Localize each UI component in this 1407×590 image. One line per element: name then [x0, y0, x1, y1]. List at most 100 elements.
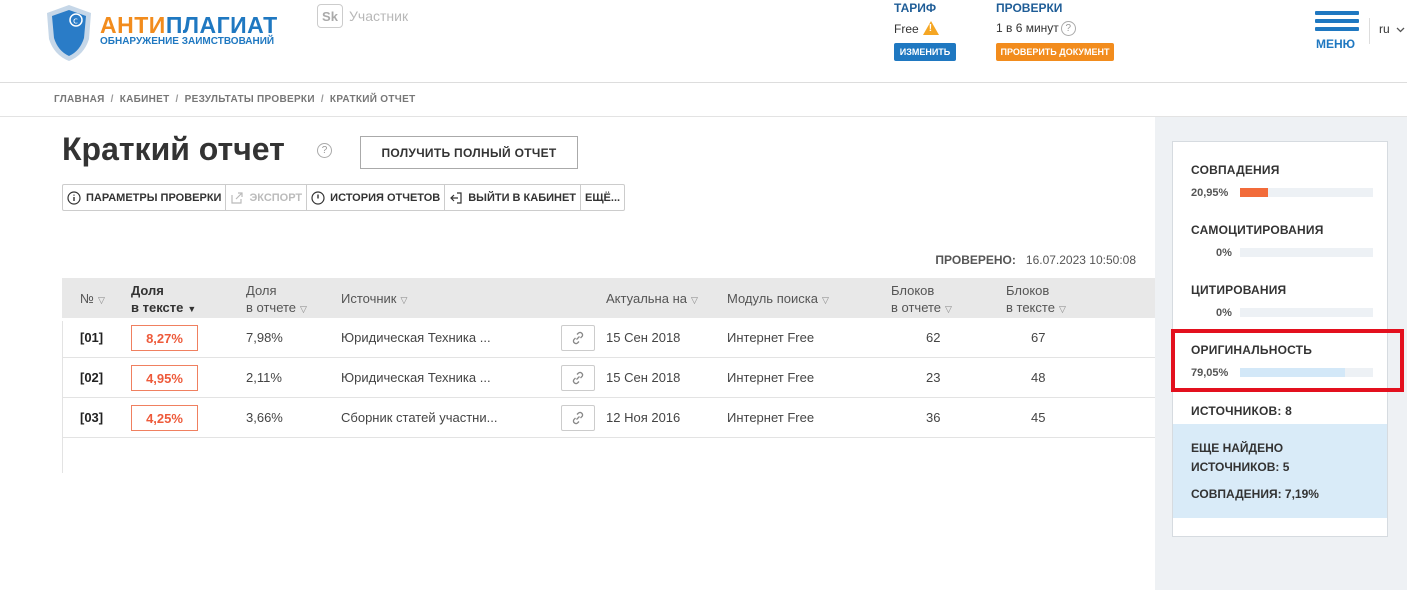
- found-matches-value: 7,19%: [1284, 487, 1319, 501]
- menu-label[interactable]: МЕНЮ: [1316, 37, 1355, 51]
- found-sources-value: 5: [1282, 460, 1290, 474]
- logo-shield-icon[interactable]: c: [44, 3, 94, 68]
- found-sources: ИСТОЧНИКОВ: 5: [1191, 460, 1289, 474]
- matches-label: СОВПАДЕНИЯ: [1191, 163, 1280, 177]
- row-share-text[interactable]: 4,95%: [131, 365, 198, 391]
- sort-icon: ▽: [400, 295, 408, 305]
- col-actual[interactable]: Актуальна на ▽: [606, 290, 698, 309]
- row-actual: 12 Ноя 2016: [606, 410, 681, 425]
- row-num: [02]: [80, 370, 104, 385]
- row-share-text[interactable]: 4,25%: [131, 405, 198, 431]
- export-button[interactable]: ЭКСПОРТ: [226, 185, 308, 210]
- full-report-button[interactable]: ПОЛУЧИТЬ ПОЛНЫЙ ОТЧЕТ: [360, 136, 578, 169]
- skolkovo-label: Участник: [349, 8, 409, 24]
- row-module: Интернет Free: [727, 370, 815, 385]
- logo-subtitle: ОБНАРУЖЕНИЕ ЗАИМСТВОВАНИЙ: [100, 36, 275, 47]
- breadcrumb-results[interactable]: РЕЗУЛЬТАТЫ ПРОВЕРКИ: [185, 94, 315, 105]
- warning-icon[interactable]: [922, 21, 939, 35]
- col-share-report[interactable]: Доля в отчете ▽: [246, 282, 307, 318]
- col-blocks-report[interactable]: Блоков в отчете ▽: [891, 282, 952, 318]
- breadcrumb-cabinet[interactable]: КАБИНЕТ: [120, 94, 170, 105]
- row-blocks-text: 67: [1031, 330, 1046, 345]
- matches-bar: [1240, 188, 1373, 197]
- col-blocks-report-line1: Блоков: [891, 283, 935, 298]
- header-divider: [1369, 18, 1370, 44]
- check-document-button[interactable]: ПРОВЕРИТЬ ДОКУМЕНТ: [996, 43, 1114, 61]
- col-module[interactable]: Модуль поиска ▽: [727, 290, 829, 309]
- row-blocks-report: 36: [926, 410, 941, 425]
- chevron-down-icon: [1396, 27, 1405, 33]
- col-blocks-text-line2: в тексте: [1006, 300, 1055, 315]
- row-share-report: 7,98%: [246, 330, 283, 345]
- sort-active-icon: ▼: [187, 304, 197, 314]
- found-label-line2: ИСТОЧНИКОВ:: [1191, 460, 1280, 474]
- history-label: ИСТОРИЯ ОТЧЕТОВ: [330, 191, 441, 204]
- logo-title[interactable]: АНТИПЛАГИАТ: [100, 12, 278, 39]
- col-share-report-line1: Доля: [246, 283, 277, 298]
- row-num: [01]: [80, 330, 104, 345]
- link-icon[interactable]: [561, 365, 595, 391]
- checked-date: 16.07.2023 10:50:08: [1025, 253, 1136, 267]
- report-toolbar: ПАРАМЕТРЫ ПРОВЕРКИ ЭКСПОРТ ИСТОРИЯ ОТЧЕТ…: [62, 184, 626, 211]
- link-icon[interactable]: [561, 325, 595, 351]
- exit-label: ВЫЙТИ В КАБИНЕТ: [468, 191, 577, 204]
- checked-label: ПРОВЕРЕНО:: [935, 253, 1016, 267]
- sources-count: ИСТОЧНИКОВ: 8: [1191, 404, 1292, 418]
- row-share-text[interactable]: 8,27%: [131, 325, 198, 351]
- table-row[interactable]: [01] 8,27% 7,98% Юридическая Техника ...…: [62, 318, 1155, 358]
- change-tariff-button[interactable]: ИЗМЕНИТЬ: [894, 43, 956, 61]
- col-num[interactable]: № ▽: [80, 290, 105, 309]
- breadcrumb-home[interactable]: ГЛАВНАЯ: [54, 94, 105, 105]
- row-actual: 15 Сен 2018: [606, 330, 681, 345]
- language-select[interactable]: ru: [1379, 22, 1405, 36]
- params-button[interactable]: ПАРАМЕТРЫ ПРОВЕРКИ: [63, 185, 227, 210]
- sort-icon: ▽: [945, 304, 952, 314]
- params-label: ПАРАМЕТРЫ ПРОВЕРКИ: [86, 191, 222, 204]
- col-actual-label: Актуальна на: [606, 291, 687, 306]
- row-share-report: 2,11%: [246, 370, 282, 385]
- checked-info: ПРОВЕРЕНО: 16.07.2023 10:50:08: [0, 253, 1136, 267]
- row-share-report: 3,66%: [246, 410, 283, 425]
- selfcite-bar: [1240, 248, 1373, 257]
- selfcite-value: 0%: [1216, 247, 1232, 259]
- history-button[interactable]: ИСТОРИЯ ОТЧЕТОВ: [307, 185, 446, 210]
- table-row[interactable]: [02] 4,95% 2,11% Юридическая Техника ...…: [62, 358, 1155, 398]
- svg-text:c: c: [73, 17, 78, 27]
- menu-icon[interactable]: [1315, 11, 1359, 35]
- title-help-icon[interactable]: ?: [317, 143, 332, 158]
- export-icon: [231, 191, 244, 204]
- checks-value: 1 в 6 минут?: [996, 21, 1076, 36]
- row-source[interactable]: Юридическая Техника ...: [341, 370, 491, 385]
- row-blocks-report: 62: [926, 330, 941, 345]
- logo-title-anti: АНТИ: [100, 12, 166, 38]
- row-source[interactable]: Сборник статей участни...: [341, 410, 497, 425]
- sort-icon: ▽: [300, 304, 307, 314]
- tariff-value: Free: [894, 21, 939, 36]
- skolkovo-icon: Sk: [317, 4, 343, 28]
- col-source[interactable]: Источник ▽: [341, 290, 407, 309]
- page-title: Краткий отчет: [62, 131, 285, 167]
- col-source-label: Источник: [341, 291, 397, 306]
- header: c АНТИПЛАГИАТ ОБНАРУЖЕНИЕ ЗАИМСТВОВАНИЙ …: [0, 0, 1407, 83]
- col-blocks-text-line1: Блоков: [1006, 283, 1050, 298]
- col-share-text[interactable]: Доля в тексте ▼: [131, 282, 196, 318]
- table-row[interactable]: [03] 4,25% 3,66% Сборник статей участни.…: [62, 398, 1155, 438]
- tariff-label: ТАРИФ: [894, 1, 937, 15]
- found-more-box[interactable]: ЕЩЕ НАЙДЕНО ИСТОЧНИКОВ: 5 СОВПАДЕНИЯ: 7,…: [1173, 424, 1387, 518]
- tariff-value-text: Free: [894, 22, 919, 36]
- row-module: Интернет Free: [727, 410, 815, 425]
- row-module: Интернет Free: [727, 330, 815, 345]
- matches-value: 20,95%: [1191, 187, 1229, 199]
- found-matches: СОВПАДЕНИЯ: 7,19%: [1191, 487, 1319, 501]
- cite-value: 0%: [1216, 307, 1232, 319]
- col-module-label: Модуль поиска: [727, 291, 818, 306]
- export-label: ЭКСПОРТ: [249, 191, 303, 204]
- exit-cabinet-button[interactable]: ВЫЙТИ В КАБИНЕТ: [445, 185, 582, 210]
- help-icon[interactable]: ?: [1060, 21, 1076, 36]
- row-source[interactable]: Юридическая Техника ...: [341, 330, 491, 345]
- link-icon[interactable]: [561, 405, 595, 431]
- col-blocks-text[interactable]: Блоков в тексте ▽: [1006, 282, 1066, 318]
- checks-label: ПРОВЕРКИ: [996, 1, 1063, 15]
- breadcrumb-current: КРАТКИЙ ОТЧЕТ: [329, 94, 416, 105]
- more-button[interactable]: ЕЩЁ...: [581, 185, 624, 210]
